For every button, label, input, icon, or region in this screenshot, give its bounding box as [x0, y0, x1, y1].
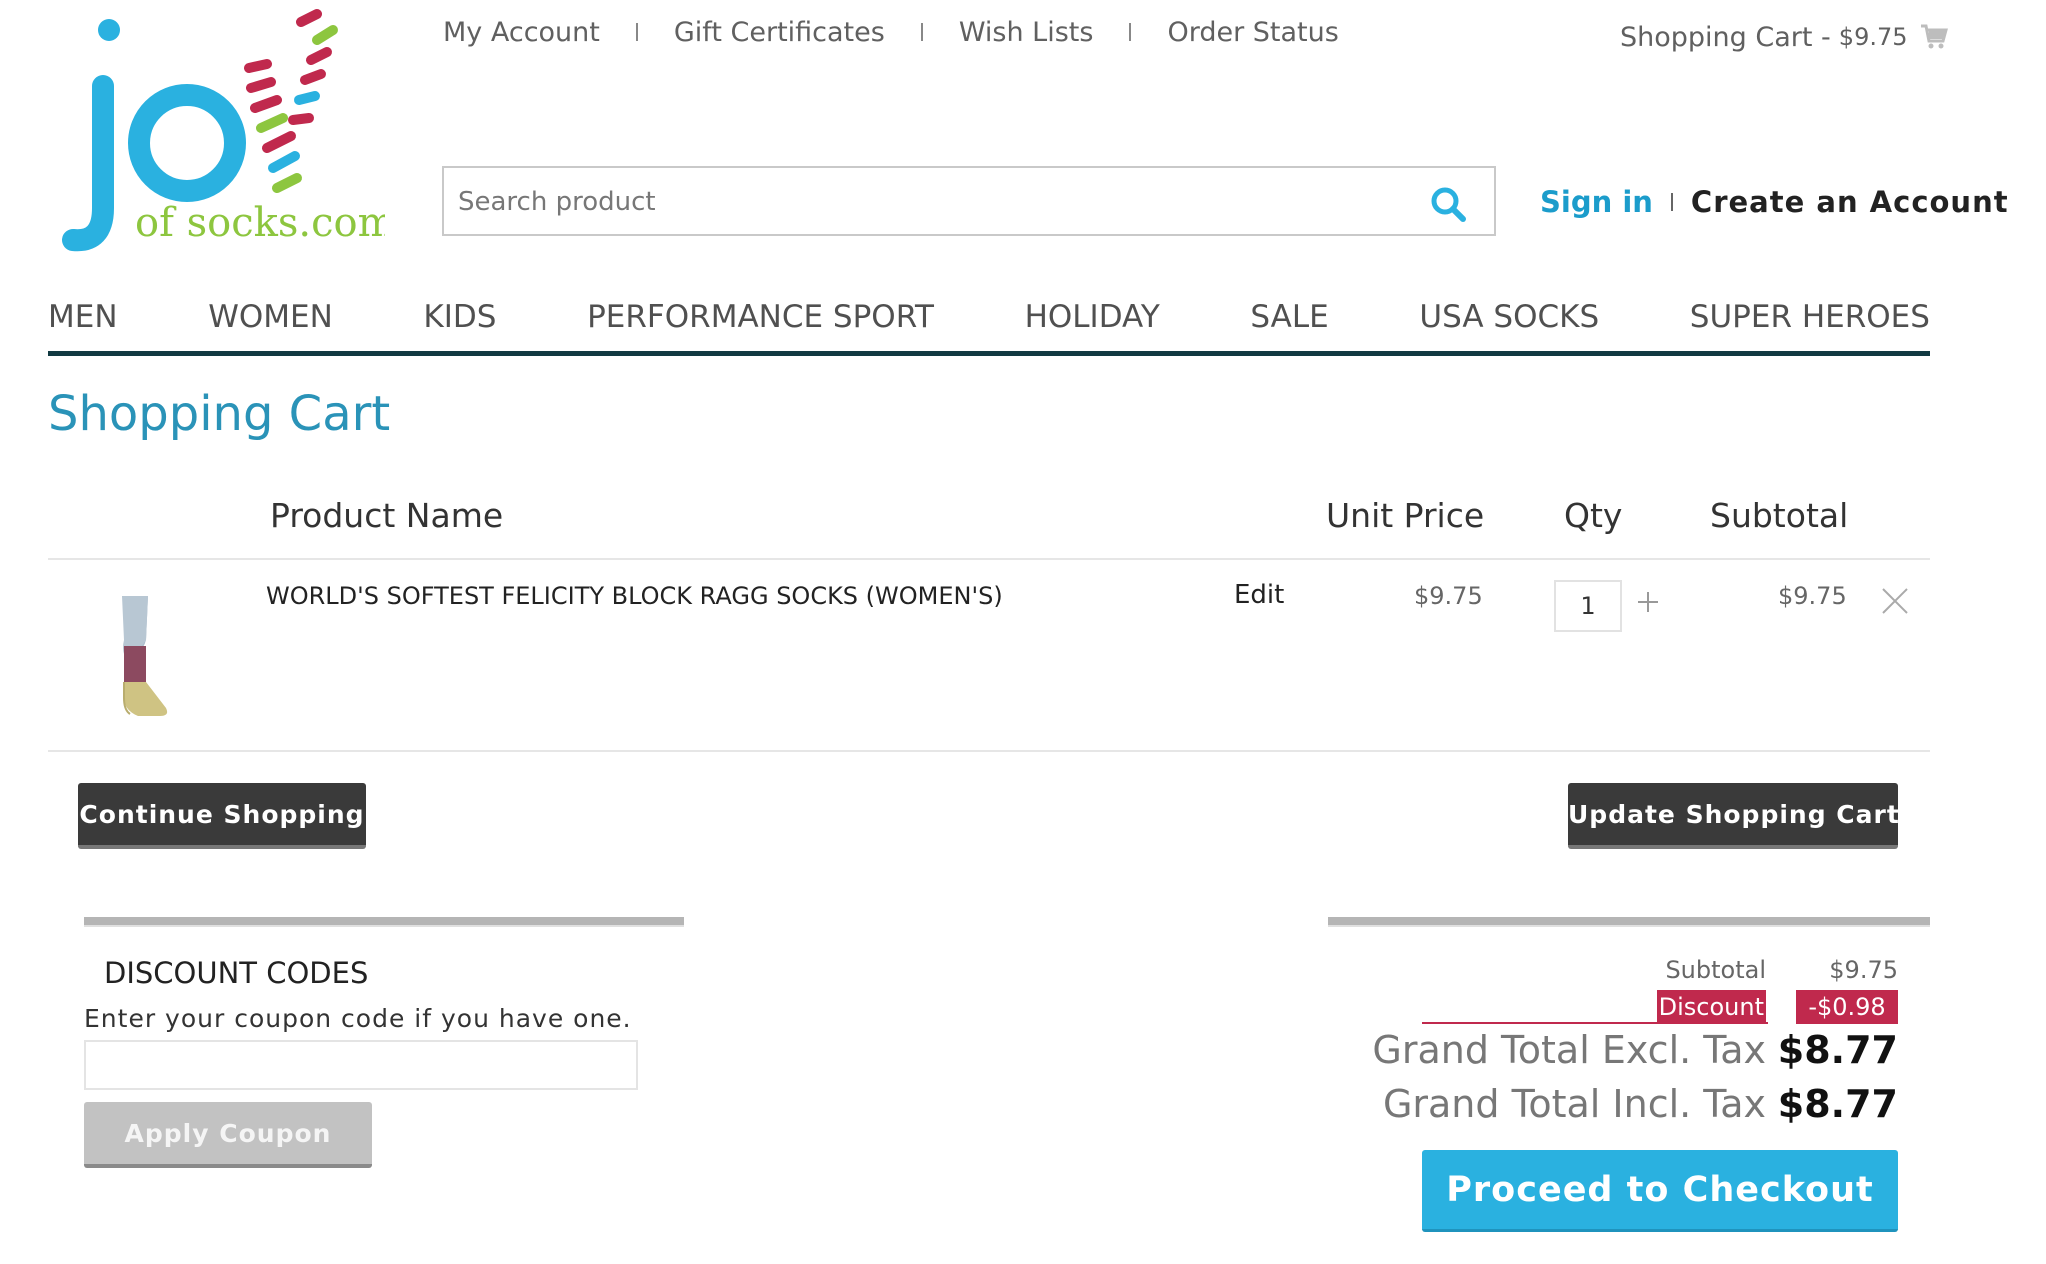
column-header-product: Product Name: [270, 496, 504, 535]
product-name-link[interactable]: WORLD'S SOFTEST FELICITY BLOCK RAGG SOCK…: [266, 582, 1003, 610]
nav-divider: [48, 351, 1930, 356]
table-divider: [48, 750, 1930, 752]
divider: [920, 23, 923, 41]
discount-help-text: Enter your coupon code if you have one.: [84, 1004, 632, 1033]
create-account-link[interactable]: Create an Account: [1691, 185, 2009, 219]
quantity-input[interactable]: [1554, 580, 1622, 632]
column-header-unit-price: Unit Price: [1326, 496, 1485, 535]
divider: [1129, 23, 1132, 41]
top-link-order-status[interactable]: Order Status: [1167, 17, 1338, 48]
cart-amount: $9.75: [1838, 23, 1908, 51]
discount-underline: [1422, 1022, 1768, 1024]
search-icon[interactable]: [1428, 184, 1468, 224]
nav-item-usa-socks[interactable]: USA SOCKS: [1419, 299, 1599, 335]
header-cart-link[interactable]: Shopping Cart - $9.75: [1620, 17, 1948, 57]
row-subtotal: $9.75: [1778, 582, 1847, 610]
subtotal-label: Subtotal: [1665, 956, 1766, 984]
unit-price: $9.75: [1414, 582, 1483, 610]
column-header-subtotal: Subtotal: [1710, 496, 1849, 535]
top-links: My Account Gift Certificates Wish Lists …: [443, 14, 1339, 50]
auth-links: Sign in Create an Account: [1540, 180, 2009, 224]
continue-shopping-button[interactable]: Continue Shopping: [78, 783, 366, 849]
top-link-my-account[interactable]: My Account: [443, 17, 600, 48]
nav-item-holiday[interactable]: HOLIDAY: [1025, 299, 1160, 335]
discount-codes-heading: DISCOUNT CODES: [104, 956, 369, 990]
nav-item-men[interactable]: MEN: [48, 299, 118, 335]
discount-label: Discount: [1656, 990, 1766, 1024]
cart-icon: [1920, 24, 1948, 49]
search-bar: [442, 166, 1496, 236]
grand-total-incl-value: $8.77: [1777, 1082, 1898, 1126]
nav-item-super-heroes[interactable]: SUPER HEROES: [1690, 299, 1930, 335]
top-link-gift-certificates[interactable]: Gift Certificates: [674, 17, 885, 48]
apply-coupon-button[interactable]: Apply Coupon: [84, 1102, 372, 1168]
subtotal-value: $9.75: [1829, 956, 1898, 984]
grand-total-excl-label: Grand Total Excl. Tax: [1372, 1028, 1766, 1072]
search-input[interactable]: [458, 180, 1418, 224]
logo-domain-text: of socks.com: [135, 200, 385, 246]
update-cart-button[interactable]: Update Shopping Cart: [1568, 783, 1899, 849]
close-icon[interactable]: [1880, 586, 1910, 616]
table-divider: [48, 558, 1930, 560]
proceed-to-checkout-button[interactable]: Proceed to Checkout: [1422, 1150, 1898, 1232]
nav-item-sale[interactable]: SALE: [1250, 299, 1328, 335]
discount-value: -$0.98: [1796, 990, 1898, 1024]
nav-item-women[interactable]: WOMEN: [208, 299, 333, 335]
coupon-code-input[interactable]: [84, 1040, 638, 1090]
grand-total-incl-label: Grand Total Incl. Tax: [1382, 1082, 1766, 1126]
edit-item-link[interactable]: Edit: [1234, 580, 1284, 610]
nav-item-performance-sport[interactable]: PERFORMANCE SPORT: [587, 299, 934, 335]
top-link-wish-lists[interactable]: Wish Lists: [959, 17, 1094, 48]
divider: [635, 23, 638, 41]
cart-label: Shopping Cart -: [1620, 21, 1831, 53]
product-thumbnail[interactable]: [108, 590, 180, 720]
page-title: Shopping Cart: [48, 386, 391, 442]
totals-section-rule: [1328, 917, 1930, 927]
column-header-qty: Qty: [1564, 496, 1623, 535]
main-nav: MEN WOMEN KIDS PERFORMANCE SPORT HOLIDAY…: [48, 290, 1930, 344]
plus-icon[interactable]: [1636, 590, 1660, 614]
sign-in-link[interactable]: Sign in: [1540, 185, 1653, 219]
divider: [1670, 193, 1673, 211]
site-logo[interactable]: of socks.com jo: [55, 8, 385, 258]
nav-item-kids[interactable]: KIDS: [423, 299, 496, 335]
discount-section-rule: [84, 917, 684, 927]
grand-total-excl-value: $8.77: [1777, 1028, 1898, 1072]
